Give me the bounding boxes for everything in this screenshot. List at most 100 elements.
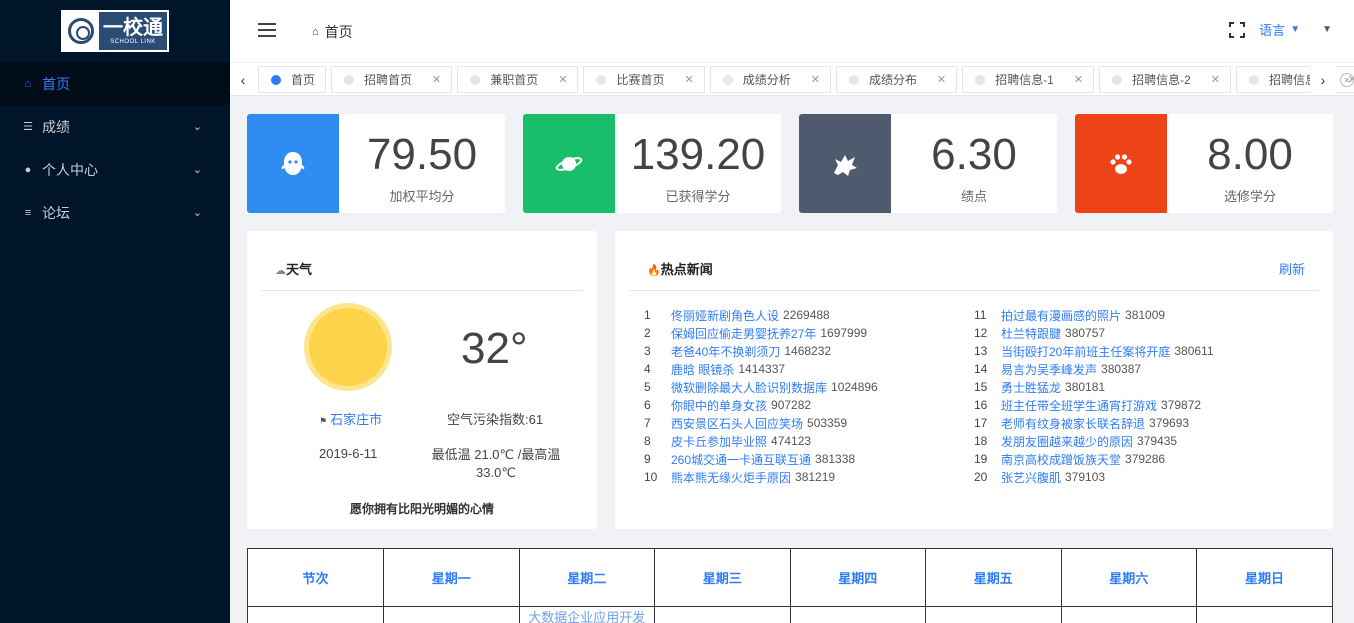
- logo[interactable]: 一校通 SCHOOL LINK: [61, 10, 169, 52]
- user-menu-caret-icon[interactable]: ▼: [1322, 24, 1332, 35]
- tab-recruit-info-4[interactable]: 招聘信息-4✕: [1235, 66, 1354, 93]
- news-link[interactable]: 老爸40年不换剃须刀: [671, 343, 780, 360]
- vertical-scrollbar[interactable]: [1347, 96, 1354, 623]
- sidebar-item-personal-center[interactable]: ● 个人中心 ⌄: [0, 148, 230, 191]
- table-row: 大数据企业应用开发: [248, 606, 1332, 623]
- list-item: 20 张艺兴腹肌 379103: [974, 468, 1214, 486]
- tab-grade-analysis[interactable]: 成绩分析 ✕: [709, 66, 831, 93]
- tab-scroll-right-icon[interactable]: ›: [1310, 63, 1336, 95]
- hot-news-card: 🔥热点新闻 刷新 1 佟丽娅新剧角色人设 2269488 2 保姆回应偷走男婴抚养27年…: [615, 231, 1333, 529]
- news-rank: 15: [974, 380, 988, 394]
- news-rank: 16: [974, 398, 988, 412]
- news-hot-count: 474123: [771, 434, 812, 448]
- close-icon[interactable]: ✕: [937, 73, 946, 86]
- tab-dot-icon: [470, 74, 481, 85]
- tab-recruit-info-1[interactable]: 招聘信息-1 ✕: [962, 66, 1095, 93]
- news-hot-count: 1697999: [820, 326, 868, 340]
- tab-grade-distribution[interactable]: 成绩分布 ✕: [835, 66, 958, 93]
- menu-toggle-icon[interactable]: [258, 23, 276, 37]
- news-link[interactable]: 熊本熊无缘火炬手原因: [671, 469, 791, 486]
- tab-dot-icon: [1112, 74, 1123, 85]
- tab-contest-home[interactable]: 比赛首页 ✕: [583, 66, 705, 93]
- news-link[interactable]: 当街殴打20年前班主任案将开庭: [1001, 343, 1170, 360]
- breadcrumb: ⌂ 首页: [312, 22, 353, 42]
- news-hot-count: 1414337: [738, 362, 786, 376]
- news-hot-count: 1024896: [831, 380, 878, 394]
- tab-recruit-home[interactable]: 招聘首页 ✕: [331, 66, 453, 93]
- sun-icon: [309, 308, 387, 386]
- stat-value: 139.20: [630, 130, 766, 179]
- news-link[interactable]: 拍过最有漫画感的照片: [1001, 307, 1121, 324]
- news-link[interactable]: 南京高校成蹭饭族天堂: [1001, 451, 1121, 468]
- list-item: 8 皮卡丘参加毕业照 474123: [644, 432, 878, 450]
- stat-label: 选修学分: [1223, 189, 1276, 204]
- news-link[interactable]: 班主任带全班学生通宵打游戏: [1001, 397, 1157, 414]
- city-link[interactable]: ⚑ 石家庄市: [319, 409, 382, 428]
- news-link[interactable]: 西安景区石头人回应笑场: [671, 415, 803, 432]
- news-rank: 7: [644, 416, 651, 430]
- news-link[interactable]: 佟丽娅新剧角色人设: [671, 307, 779, 324]
- list-item: 6 你眼中的单身女孩 907282: [644, 396, 878, 414]
- fullscreen-icon[interactable]: [1229, 21, 1246, 38]
- tab-label: 招聘首页: [364, 73, 413, 87]
- news-hot-count: 379286: [1125, 452, 1166, 466]
- tab-parttime-home[interactable]: 兼职首页 ✕: [457, 66, 579, 93]
- sidebar-item-forum[interactable]: ≡ 论坛 ⌄: [0, 191, 230, 234]
- list-item: 5 微软删除最大人脸识别数据库 1024896: [644, 378, 878, 396]
- news-link[interactable]: 杜兰特跟腱: [1001, 325, 1061, 342]
- news-link[interactable]: 保姆回应偷走男婴抚养27年: [671, 325, 816, 342]
- news-link[interactable]: 鹿晗 眼镜杀: [671, 361, 734, 378]
- list-item: 9 260城交通一卡通互联互通 381338: [644, 450, 878, 468]
- weather-date: 2019-6-11: [319, 446, 378, 461]
- sidebar: 一校通 SCHOOL LINK ⌂ 首页 ☰ 成绩 ⌄ ● 个人中心 ⌄ ≡ 论…: [0, 0, 230, 623]
- list-icon: ≡: [24, 206, 32, 219]
- close-icon[interactable]: ✕: [1211, 73, 1220, 86]
- tab-recruit-info-2[interactable]: 招聘信息-2 ✕: [1099, 66, 1231, 93]
- news-link[interactable]: 皮卡丘参加毕业照: [671, 433, 767, 450]
- tab-label: 比赛首页: [616, 73, 665, 87]
- tab-label: 成绩分布: [868, 73, 917, 87]
- refresh-button[interactable]: 刷新: [1279, 259, 1305, 278]
- tab-dot-icon: [975, 74, 986, 85]
- schedule-header-cell: 星期四: [790, 549, 926, 607]
- stat-card-elective-credits: 8.00 选修学分: [1075, 114, 1333, 213]
- list-item: 4 鹿晗 眼镜杀 1414337: [644, 360, 878, 378]
- tab-dot-icon: [848, 74, 859, 85]
- news-hot-count: 380181: [1065, 380, 1106, 394]
- news-link[interactable]: 勇士胜猛龙: [1001, 379, 1061, 396]
- tab-scroll-left-icon[interactable]: ‹: [230, 63, 256, 95]
- news-title: 🔥热点新闻: [647, 259, 713, 278]
- sidebar-item-grades[interactable]: ☰ 成绩 ⌄: [0, 105, 230, 148]
- schedule-cell[interactable]: 大数据企业应用开发: [519, 606, 655, 623]
- tabs-list: 首页 招聘首页 ✕ 兼职首页 ✕ 比赛首页 ✕ 成绩分析 ✕ 成绩分布 ✕ 招聘信息-1 ✕…: [258, 66, 1354, 93]
- schedule-header-cell: 星期一: [383, 549, 520, 607]
- stat-card-weighted-average: 79.50 加权平均分: [247, 114, 505, 213]
- close-icon[interactable]: ✕: [558, 73, 567, 86]
- news-rank: 2: [644, 326, 651, 340]
- news-link[interactable]: 老师有纹身被家长联名辞退: [1001, 415, 1145, 432]
- close-icon[interactable]: ✕: [432, 73, 441, 86]
- close-icon[interactable]: ✕: [1074, 73, 1083, 86]
- close-icon[interactable]: ✕: [685, 73, 694, 86]
- divider: [261, 290, 583, 291]
- news-link[interactable]: 微软删除最大人脸识别数据库: [671, 379, 827, 396]
- sidebar-item-home[interactable]: ⌂ 首页: [0, 62, 230, 105]
- breadcrumb-current: 首页: [324, 24, 353, 40]
- news-link[interactable]: 发朋友圈越来越少的原因: [1001, 433, 1133, 450]
- schedule-header-cell: 星期日: [1196, 549, 1332, 607]
- news-link[interactable]: 张艺兴腹肌: [1001, 469, 1061, 486]
- tabs-bar: ‹ 首页 招聘首页 ✕ 兼职首页 ✕ 比赛首页 ✕ 成绩分析 ✕ 成绩分布 ✕ 招聘信息-…: [230, 62, 1354, 96]
- user-icon: ●: [24, 163, 32, 176]
- tab-home[interactable]: 首页: [258, 66, 327, 93]
- home-icon: ⌂: [24, 77, 32, 90]
- news-link[interactable]: 易言为吴季峰发声: [1001, 361, 1097, 378]
- news-rank: 19: [974, 452, 988, 466]
- language-dropdown[interactable]: 语言 ▼: [1259, 20, 1300, 39]
- news-link[interactable]: 260城交通一卡通互联互通: [671, 451, 811, 468]
- sidebar-item-label: 成绩: [42, 118, 70, 135]
- close-icon[interactable]: ✕: [811, 73, 820, 86]
- close-all-tabs-icon[interactable]: ✕: [1340, 73, 1354, 87]
- flower-logo-icon: [63, 12, 99, 50]
- news-link[interactable]: 你眼中的单身女孩: [671, 397, 767, 414]
- planet-icon: [523, 114, 615, 213]
